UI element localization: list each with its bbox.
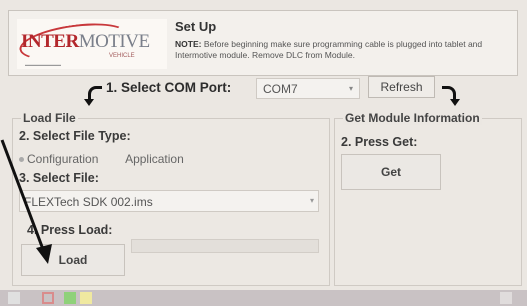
taskbar-app-icon[interactable] <box>80 292 92 304</box>
taskbar-app-icon[interactable] <box>64 292 76 304</box>
app-window: INTERMOTIVE VEHICLE ▬▬▬▬▬▬▬▬▬ Set Up NOT… <box>0 0 527 306</box>
taskbar <box>0 290 527 306</box>
taskbar-app-icon[interactable] <box>42 292 54 304</box>
annotation-arrow-icon <box>0 139 52 264</box>
notification-icon[interactable] <box>500 292 512 304</box>
windows-start-icon[interactable] <box>8 292 20 304</box>
